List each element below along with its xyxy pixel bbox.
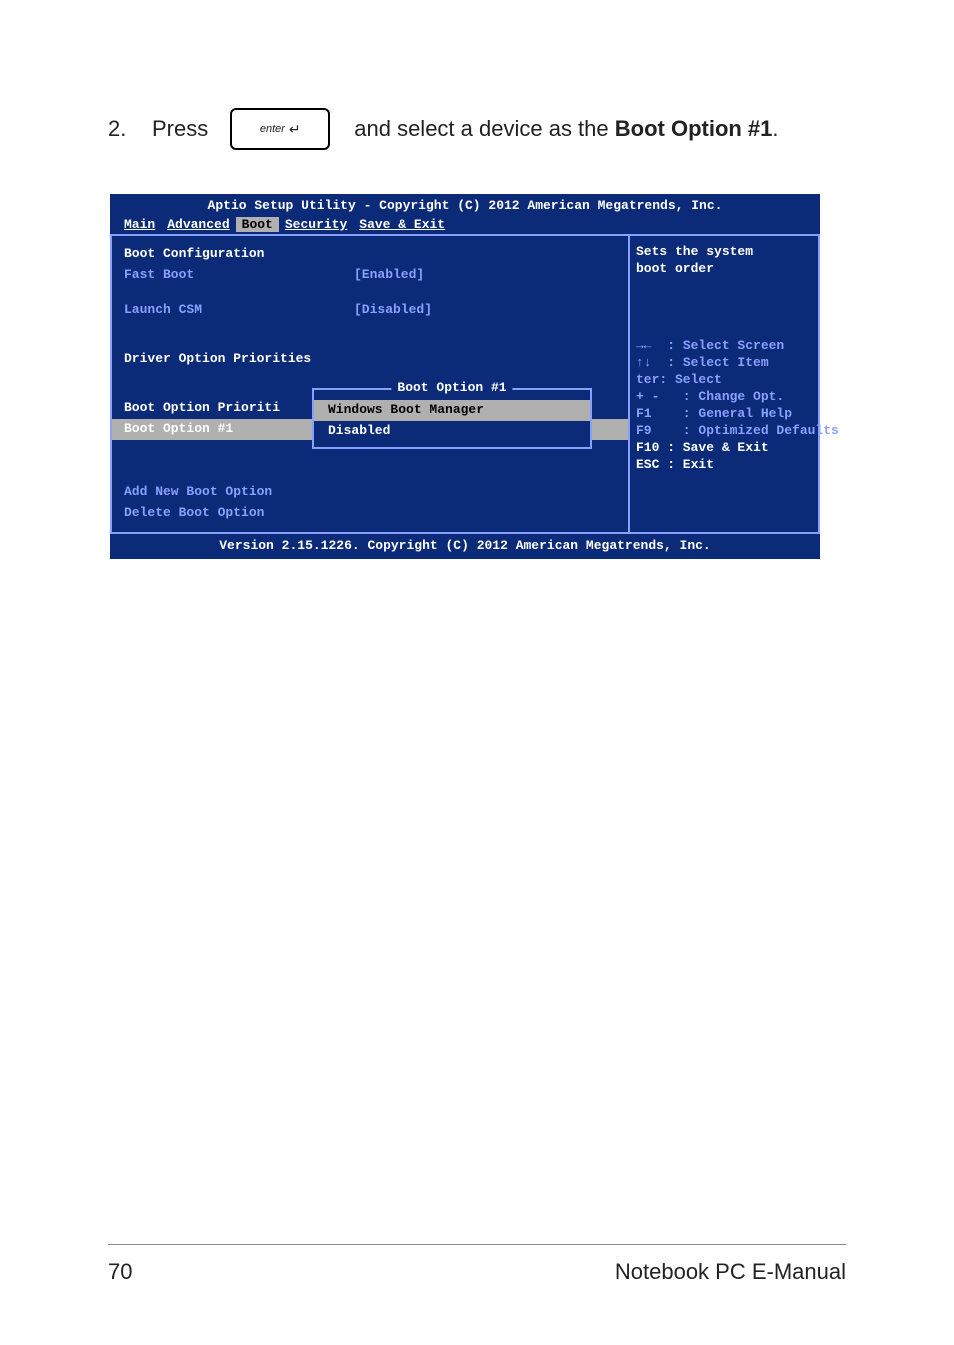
popup-title: Boot Option #1 — [391, 380, 512, 395]
popup-item-disabled[interactable]: Disabled — [314, 421, 590, 441]
tab-save-exit[interactable]: Save & Exit — [353, 217, 451, 232]
tab-security[interactable]: Security — [279, 217, 353, 232]
page-footer: 70 Notebook PC E-Manual — [108, 1244, 846, 1285]
delete-boot-row[interactable]: Delete Boot Option — [112, 503, 628, 524]
page-number: 70 — [108, 1259, 132, 1285]
instruction-rest: and select a device as the Boot Option #… — [354, 116, 778, 142]
bios-screenshot: Aptio Setup Utility - Copyright (C) 2012… — [110, 194, 820, 559]
help-general: F1 : General Help — [636, 406, 812, 423]
bios-footer: Version 2.15.1226. Copyright (C) 2012 Am… — [110, 534, 820, 559]
help-select-screen: →← : Select Screen — [636, 338, 812, 355]
enter-key-icon: enter ↵ — [230, 108, 330, 150]
bios-header: Aptio Setup Utility - Copyright (C) 2012… — [110, 194, 820, 217]
instruction-line: 2. Press enter ↵ and select a device as … — [108, 108, 846, 150]
bios-help-pane: Sets the system boot order →← : Select S… — [630, 234, 820, 533]
help-f10: F10 : Save & Exit — [636, 440, 812, 457]
fast-boot-row[interactable]: Fast Boot [Enabled] — [112, 265, 628, 286]
boot-option-popup: Boot Option #1 Windows Boot Manager Disa… — [312, 388, 592, 448]
boot-option-bold: Boot Option #1 — [615, 116, 773, 141]
step-number: 2. — [108, 116, 130, 142]
popup-item-windows[interactable]: Windows Boot Manager — [314, 400, 590, 420]
help-opt-def: F9 : Optimized Defaults — [636, 423, 812, 440]
bios-left-pane: Boot Configuration Fast Boot [Enabled] L… — [110, 234, 630, 533]
bios-tab-bar: MainAdvancedBootSecuritySave & Exit — [110, 217, 820, 235]
add-new-boot-row[interactable]: Add New Boot Option — [112, 482, 628, 503]
launch-csm-row[interactable]: Launch CSM [Disabled] — [112, 300, 628, 321]
fast-boot-label: Fast Boot — [124, 267, 354, 284]
key-label: enter — [260, 123, 285, 135]
help-sets: Sets the system — [636, 244, 812, 261]
bios-body: Boot Configuration Fast Boot [Enabled] L… — [110, 234, 820, 533]
tab-main[interactable]: Main — [118, 217, 161, 232]
boot-config-title: Boot Configuration — [112, 244, 628, 265]
add-new-boot-label: Add New Boot Option — [124, 484, 354, 501]
driver-priorities-title: Driver Option Priorities — [112, 349, 628, 370]
launch-csm-label: Launch CSM — [124, 302, 354, 319]
launch-csm-value: [Disabled] — [354, 302, 432, 319]
help-enter-select: ter: Select — [636, 372, 812, 389]
help-esc: ESC : Exit — [636, 457, 812, 474]
help-boot-order: boot order — [636, 261, 812, 278]
tab-advanced[interactable]: Advanced — [161, 217, 235, 232]
instruction-prefix: Press — [152, 116, 208, 142]
delete-boot-label: Delete Boot Option — [124, 505, 354, 522]
tab-boot[interactable]: Boot — [236, 217, 279, 232]
manual-title: Notebook PC E-Manual — [615, 1259, 846, 1285]
fast-boot-value: [Enabled] — [354, 267, 424, 284]
help-change-opt: + - : Change Opt. — [636, 389, 812, 406]
help-select-item: ↑↓ : Select Item — [636, 355, 812, 372]
enter-glyph-icon: ↵ — [289, 121, 301, 138]
